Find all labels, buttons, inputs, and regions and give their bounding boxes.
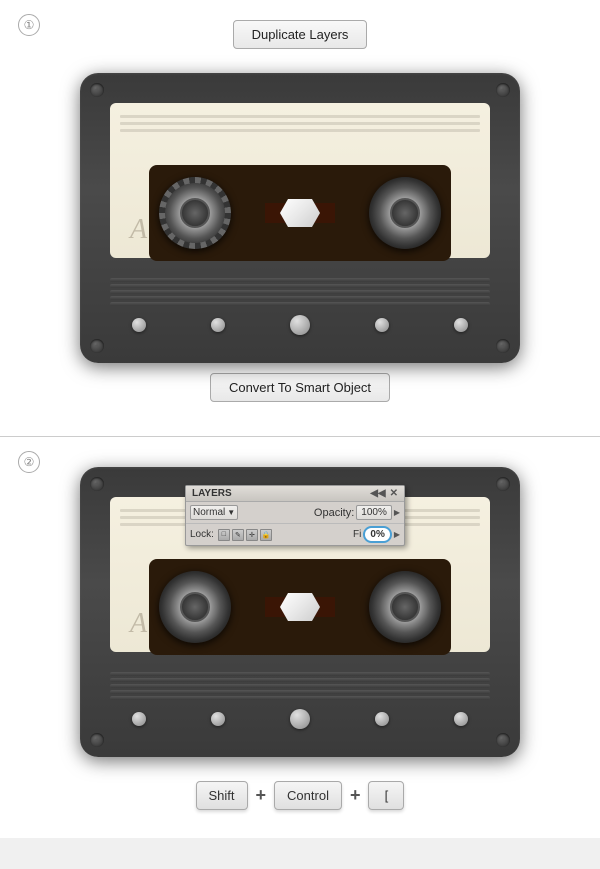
screw-top-right-1 — [496, 83, 510, 97]
fill-value[interactable]: 0% — [363, 526, 391, 543]
key-control: Control — [274, 781, 342, 810]
step-number-1: ① — [18, 14, 40, 36]
reel-left-1 — [159, 177, 231, 249]
label-line — [120, 122, 480, 125]
lock-icon-draw[interactable]: ✎ — [232, 529, 244, 541]
blend-mode-arrow: ▼ — [227, 508, 235, 517]
rib — [110, 678, 490, 682]
rib — [110, 690, 490, 694]
label-line — [120, 115, 480, 118]
layers-lock-row: Lock: □ ✎ ✛ 🔒 Fi 0% ▶ — [186, 524, 404, 545]
screw-bottom-left-1 — [90, 339, 104, 353]
rib — [110, 696, 490, 700]
fill-label: Fi — [353, 529, 361, 540]
screw-top-left-2 — [90, 477, 104, 491]
shortcut-row: Shift + Control + [ — [196, 767, 405, 818]
tape-window-2 — [149, 559, 451, 655]
capstan-2 — [211, 318, 225, 332]
reel-hub-left-2 — [180, 592, 210, 622]
plus-2: + — [350, 785, 361, 806]
tape-window-1 — [149, 165, 451, 261]
layers-panel: LAYERS ◀◀ ✕ Normal ▼ Opacity: 100% ▶ — [185, 485, 405, 546]
key-bracket: [ — [368, 781, 404, 810]
collapse-icon[interactable]: ◀◀ — [370, 488, 385, 499]
rib — [110, 296, 490, 300]
capstan-center-2 — [290, 709, 310, 729]
key-shift: Shift — [196, 781, 248, 810]
capstan-6 — [211, 712, 225, 726]
lock-icon-transparent[interactable]: □ — [218, 529, 230, 541]
capstan-center — [290, 315, 310, 335]
blend-mode-label: Normal — [193, 507, 225, 518]
rib — [110, 290, 490, 294]
cassette-bottom-2 — [100, 672, 500, 727]
rib — [110, 684, 490, 688]
screw-bottom-right-1 — [496, 339, 510, 353]
opacity-arrow[interactable]: ▶ — [394, 508, 400, 517]
tape-center-1 — [231, 199, 369, 227]
opacity-label: Opacity: — [314, 507, 354, 519]
section-2: ② A LAYERS ◀◀ ✕ — [0, 437, 600, 838]
label-lines-1 — [110, 103, 490, 136]
screw-top-left-1 — [90, 83, 104, 97]
close-icon[interactable]: ✕ — [390, 488, 398, 499]
capstan-row-2 — [100, 709, 500, 729]
screw-bottom-left-2 — [90, 733, 104, 747]
duplicate-layers-button[interactable]: Duplicate Layers — [233, 20, 368, 49]
capstan-3 — [375, 318, 389, 332]
rib — [110, 284, 490, 288]
opacity-value[interactable]: 100% — [356, 505, 392, 520]
cassette-1: A — [80, 73, 520, 363]
tape-center-2 — [231, 593, 369, 621]
reel-left-2 — [159, 571, 231, 643]
label-letter-1: A — [130, 214, 147, 246]
layers-blend-row: Normal ▼ Opacity: 100% ▶ — [186, 502, 404, 524]
capstan-row-1 — [100, 315, 500, 335]
capstan-4 — [454, 318, 468, 332]
fill-arrow[interactable]: ▶ — [394, 530, 400, 539]
step-number-2: ② — [18, 451, 40, 473]
reel-hub-right-2 — [390, 592, 420, 622]
cassette-body-1: A — [80, 73, 520, 363]
plus-1: + — [256, 785, 267, 806]
rib — [110, 672, 490, 676]
lock-icon-all[interactable]: 🔒 — [260, 529, 272, 541]
convert-smart-object-button[interactable]: Convert To Smart Object — [210, 373, 390, 402]
capstan-1 — [132, 318, 146, 332]
layers-panel-title: LAYERS ◀◀ ✕ — [186, 486, 404, 502]
capstan-5 — [132, 712, 146, 726]
ribs-2 — [100, 672, 500, 700]
rib — [110, 278, 490, 282]
fill-group: Fi 0% ▶ — [353, 526, 400, 543]
rib — [110, 302, 490, 306]
tape-exposure-1 — [280, 199, 320, 227]
layers-title-controls: ◀◀ ✕ — [370, 488, 398, 499]
reel-right-1 — [369, 177, 441, 249]
lock-icons-group: □ ✎ ✛ 🔒 — [218, 529, 272, 541]
blend-mode-select[interactable]: Normal ▼ — [190, 505, 238, 520]
reel-hub-right-1 — [390, 198, 420, 228]
opacity-group: Opacity: 100% ▶ — [314, 505, 400, 520]
section-1: ① Duplicate Layers A — [0, 0, 600, 437]
lock-label: Lock: — [190, 529, 214, 540]
layers-title-text: LAYERS — [192, 488, 232, 499]
cassette-body-2: A LAYERS ◀◀ ✕ Normal ▼ Opa — [80, 467, 520, 757]
cassette-bottom-1 — [100, 278, 500, 333]
ribs-1 — [100, 278, 500, 306]
tape-exposure-2 — [280, 593, 320, 621]
reel-right-2 — [369, 571, 441, 643]
lock-icon-move[interactable]: ✛ — [246, 529, 258, 541]
screw-top-right-2 — [496, 477, 510, 491]
label-line — [120, 129, 480, 132]
label-letter-2: A — [130, 608, 147, 640]
screw-bottom-right-2 — [496, 733, 510, 747]
capstan-8 — [454, 712, 468, 726]
capstan-7 — [375, 712, 389, 726]
cassette-2-wrapper: A LAYERS ◀◀ ✕ Normal ▼ Opa — [80, 467, 520, 757]
